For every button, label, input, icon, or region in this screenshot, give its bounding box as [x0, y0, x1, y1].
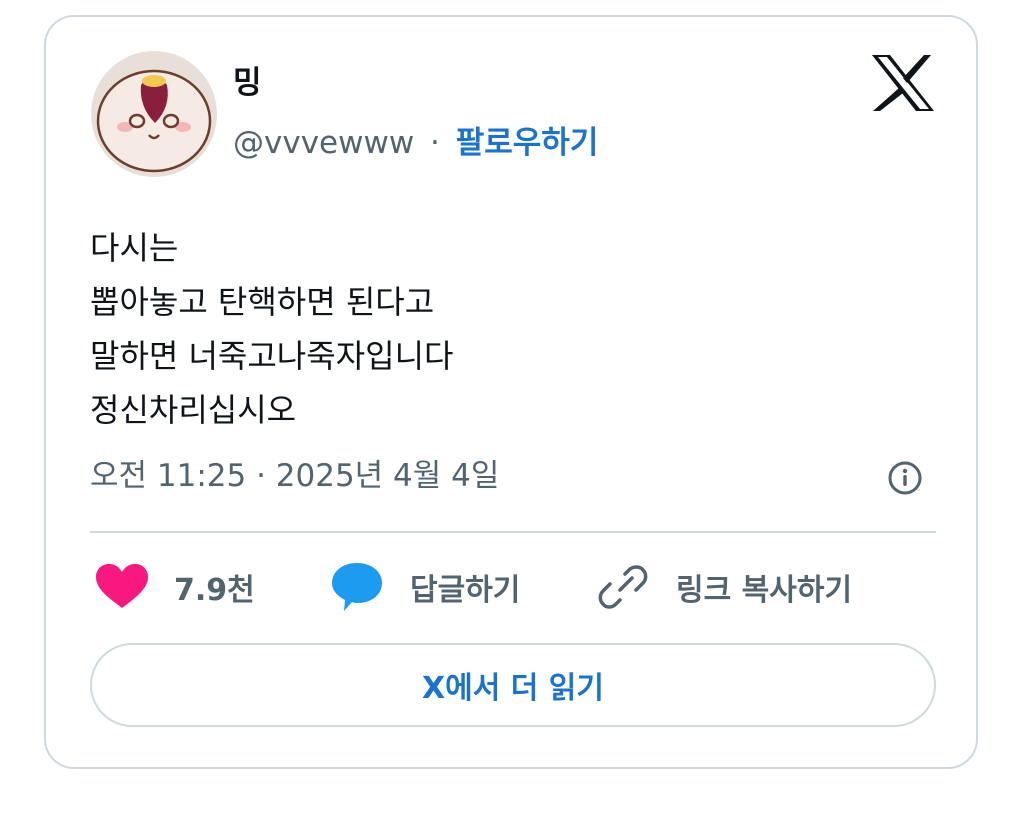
tweet-line: 말하면 너죽고나죽자입니다 — [90, 337, 454, 375]
avatar-image — [91, 51, 217, 177]
author-handle[interactable]: @vvvewww — [233, 125, 414, 161]
x-logo-icon[interactable] — [872, 55, 934, 111]
reply-label: 답글하기 — [410, 573, 521, 608]
tweet-line: 다시는 — [90, 229, 179, 267]
tweet-text: 다시는 뽑아놓고 탄핵하면 된다고 말하면 너죽고나죽자입니다 정신차리십시오 — [90, 221, 930, 437]
avatar[interactable] — [91, 51, 217, 177]
reply-button[interactable]: 답글하기 — [330, 563, 520, 611]
copy-link-label: 링크 복사하기 — [676, 573, 853, 608]
copy-link-button[interactable]: 링크 복사하기 — [598, 563, 852, 611]
follow-button[interactable]: 팔로우하기 — [456, 125, 599, 161]
read-more-button[interactable]: X에서 더 읽기 — [90, 643, 936, 727]
info-icon[interactable] — [887, 460, 923, 496]
heart-icon — [96, 564, 148, 608]
like-count: 7.9천 — [174, 573, 255, 608]
tweet-line: 뽑아놓고 탄핵하면 된다고 — [90, 283, 435, 321]
speech-bubble-icon — [332, 563, 382, 611]
tweet-card: 밍 @vvvewww · 팔로우하기 다시는 뽑아놓고 탄핵하면 된다고 말하면… — [44, 15, 978, 769]
like-button[interactable]: 7.9천 — [96, 563, 255, 611]
tweet-timestamp[interactable]: 오전 11:25 · 2025년 4월 4일 — [90, 456, 499, 496]
separator-dot: · — [430, 125, 440, 161]
author-display-name[interactable]: 밍 — [233, 63, 262, 103]
link-icon — [598, 565, 648, 609]
tweet-line: 정신차리십시오 — [90, 391, 297, 429]
author-handle-row: @vvvewww · 팔로우하기 — [233, 123, 598, 163]
divider — [90, 531, 936, 533]
